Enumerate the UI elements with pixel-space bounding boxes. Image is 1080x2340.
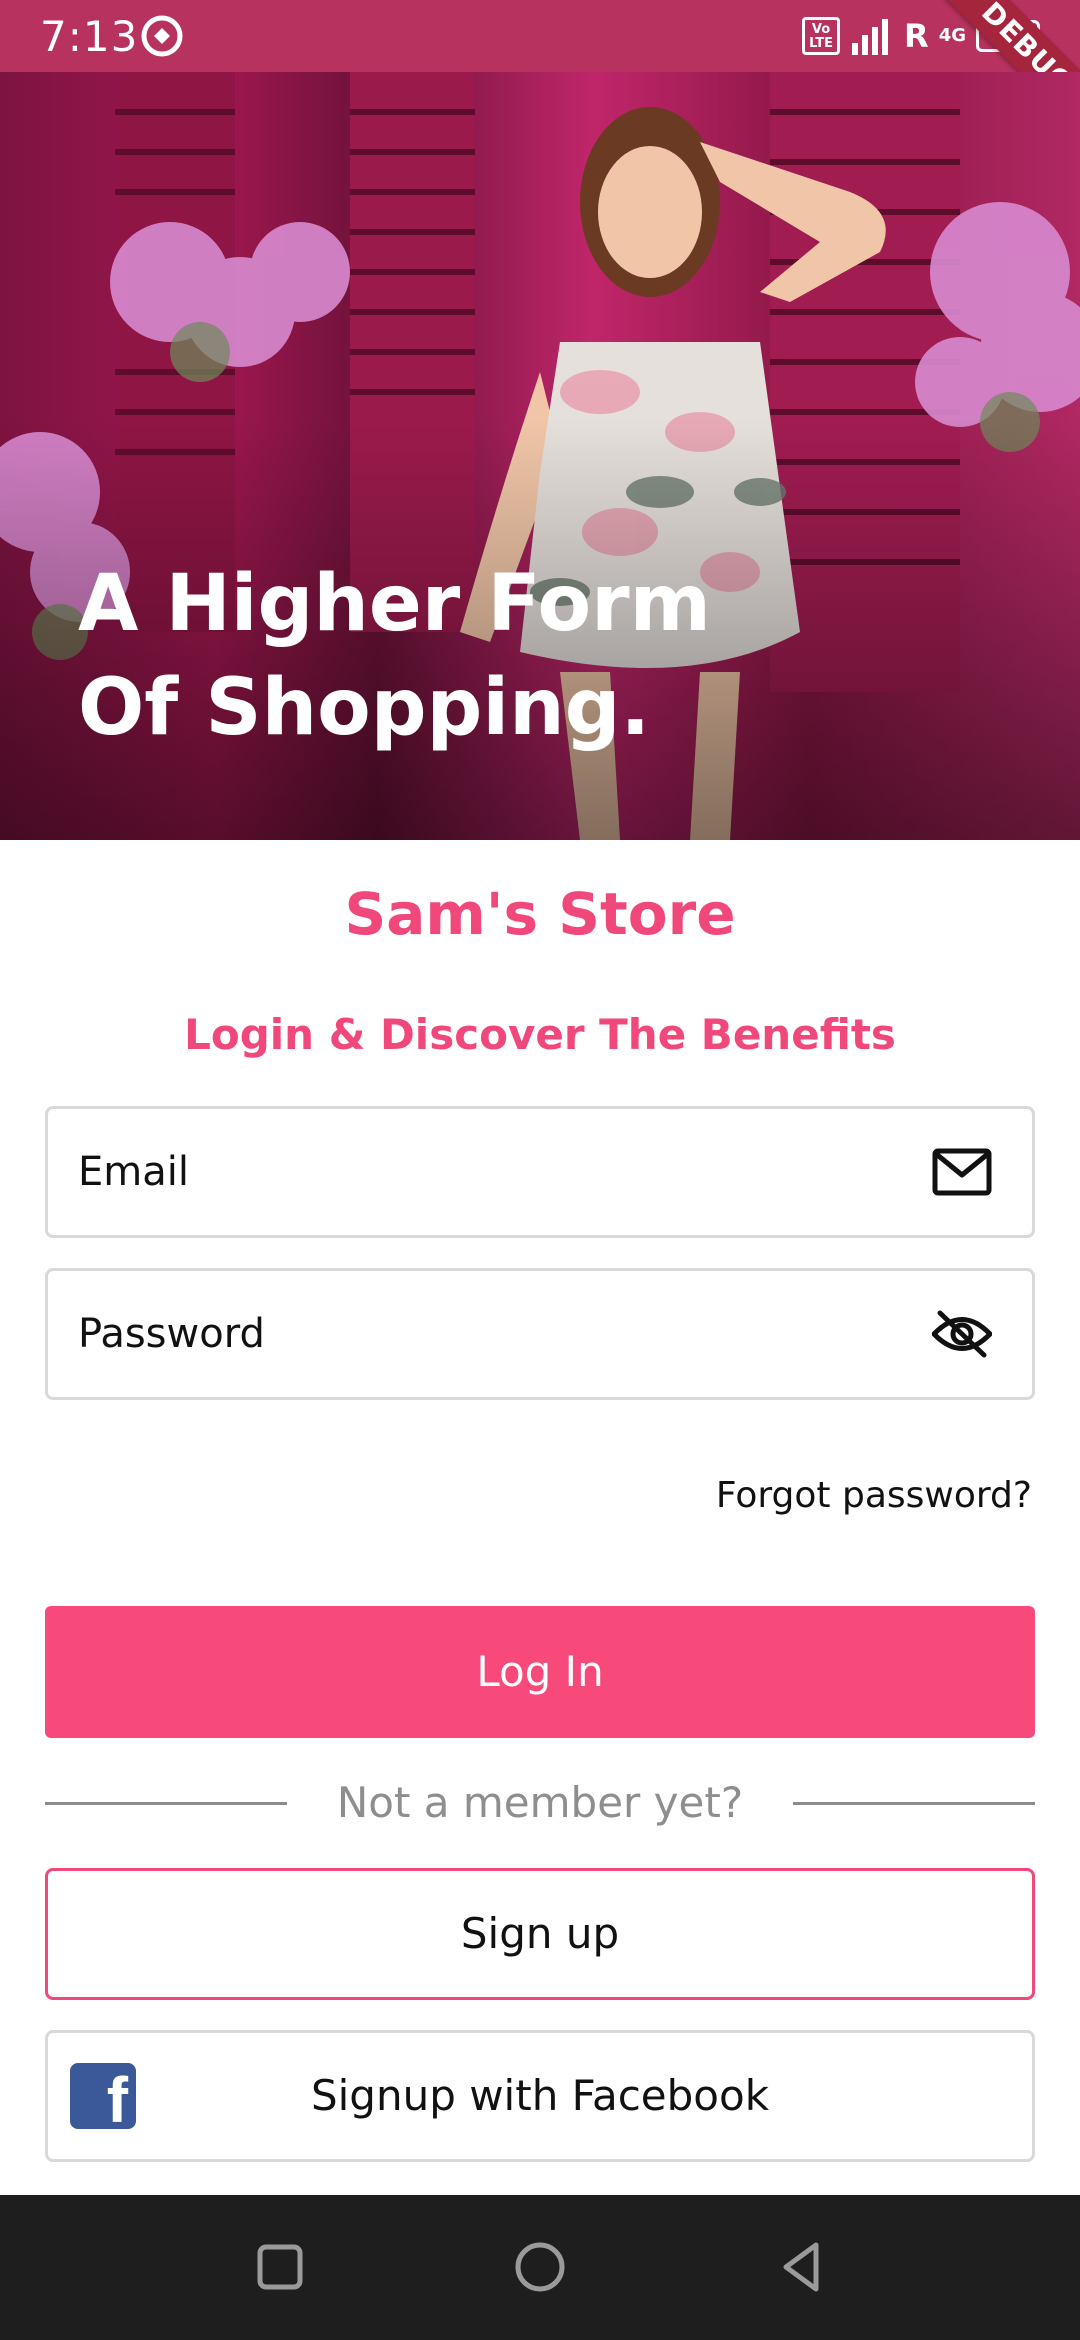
- signup-button[interactable]: Sign up: [45, 1868, 1035, 2000]
- hero-image: A Higher Form Of Shopping.: [0, 72, 1080, 840]
- tagline: Login & Discover The Benefits: [184, 1010, 896, 1059]
- facebook-icon: f: [70, 2063, 136, 2135]
- mail-icon: [932, 1148, 992, 1196]
- forgot-password-link[interactable]: Forgot password?: [716, 1475, 1032, 1516]
- hero-headline-line1: A Higher Form: [78, 559, 711, 649]
- network-type: 4G: [938, 25, 966, 46]
- divider-line-right: [793, 1802, 1035, 1805]
- eye-off-icon[interactable]: [932, 1309, 992, 1359]
- roaming-indicator: R: [904, 17, 929, 55]
- login-screen: 7:13 Vo LTE R 4G 58 DEBUG: [0, 0, 1080, 2340]
- password-input[interactable]: [78, 1271, 918, 1397]
- triangle-back-icon[interactable]: [772, 2237, 832, 2297]
- app-notification-icon: [141, 15, 183, 57]
- facebook-signup-label: Signup with Facebook: [310, 2071, 770, 2120]
- hero-headline-line2: Of Shopping.: [78, 663, 651, 753]
- login-button[interactable]: Log In: [45, 1606, 1035, 1738]
- square-recent-icon[interactable]: [250, 2237, 310, 2297]
- store-name: Sam's Store: [344, 880, 736, 948]
- system-nav-bar: [0, 2195, 1080, 2340]
- hero-headline: A Higher Form Of Shopping.: [78, 552, 878, 760]
- facebook-signup-button[interactable]: f Signup with Facebook: [45, 2030, 1035, 2162]
- email-field[interactable]: [45, 1106, 1035, 1238]
- volte-icon: Vo LTE: [802, 17, 841, 55]
- password-field[interactable]: [45, 1268, 1035, 1400]
- status-time: 7:13: [40, 12, 139, 61]
- signal-icon: [852, 19, 889, 55]
- circle-home-icon[interactable]: [510, 2237, 570, 2297]
- email-input[interactable]: [78, 1109, 918, 1235]
- status-bar: 7:13 Vo LTE R 4G 58 DEBUG: [0, 0, 1080, 138]
